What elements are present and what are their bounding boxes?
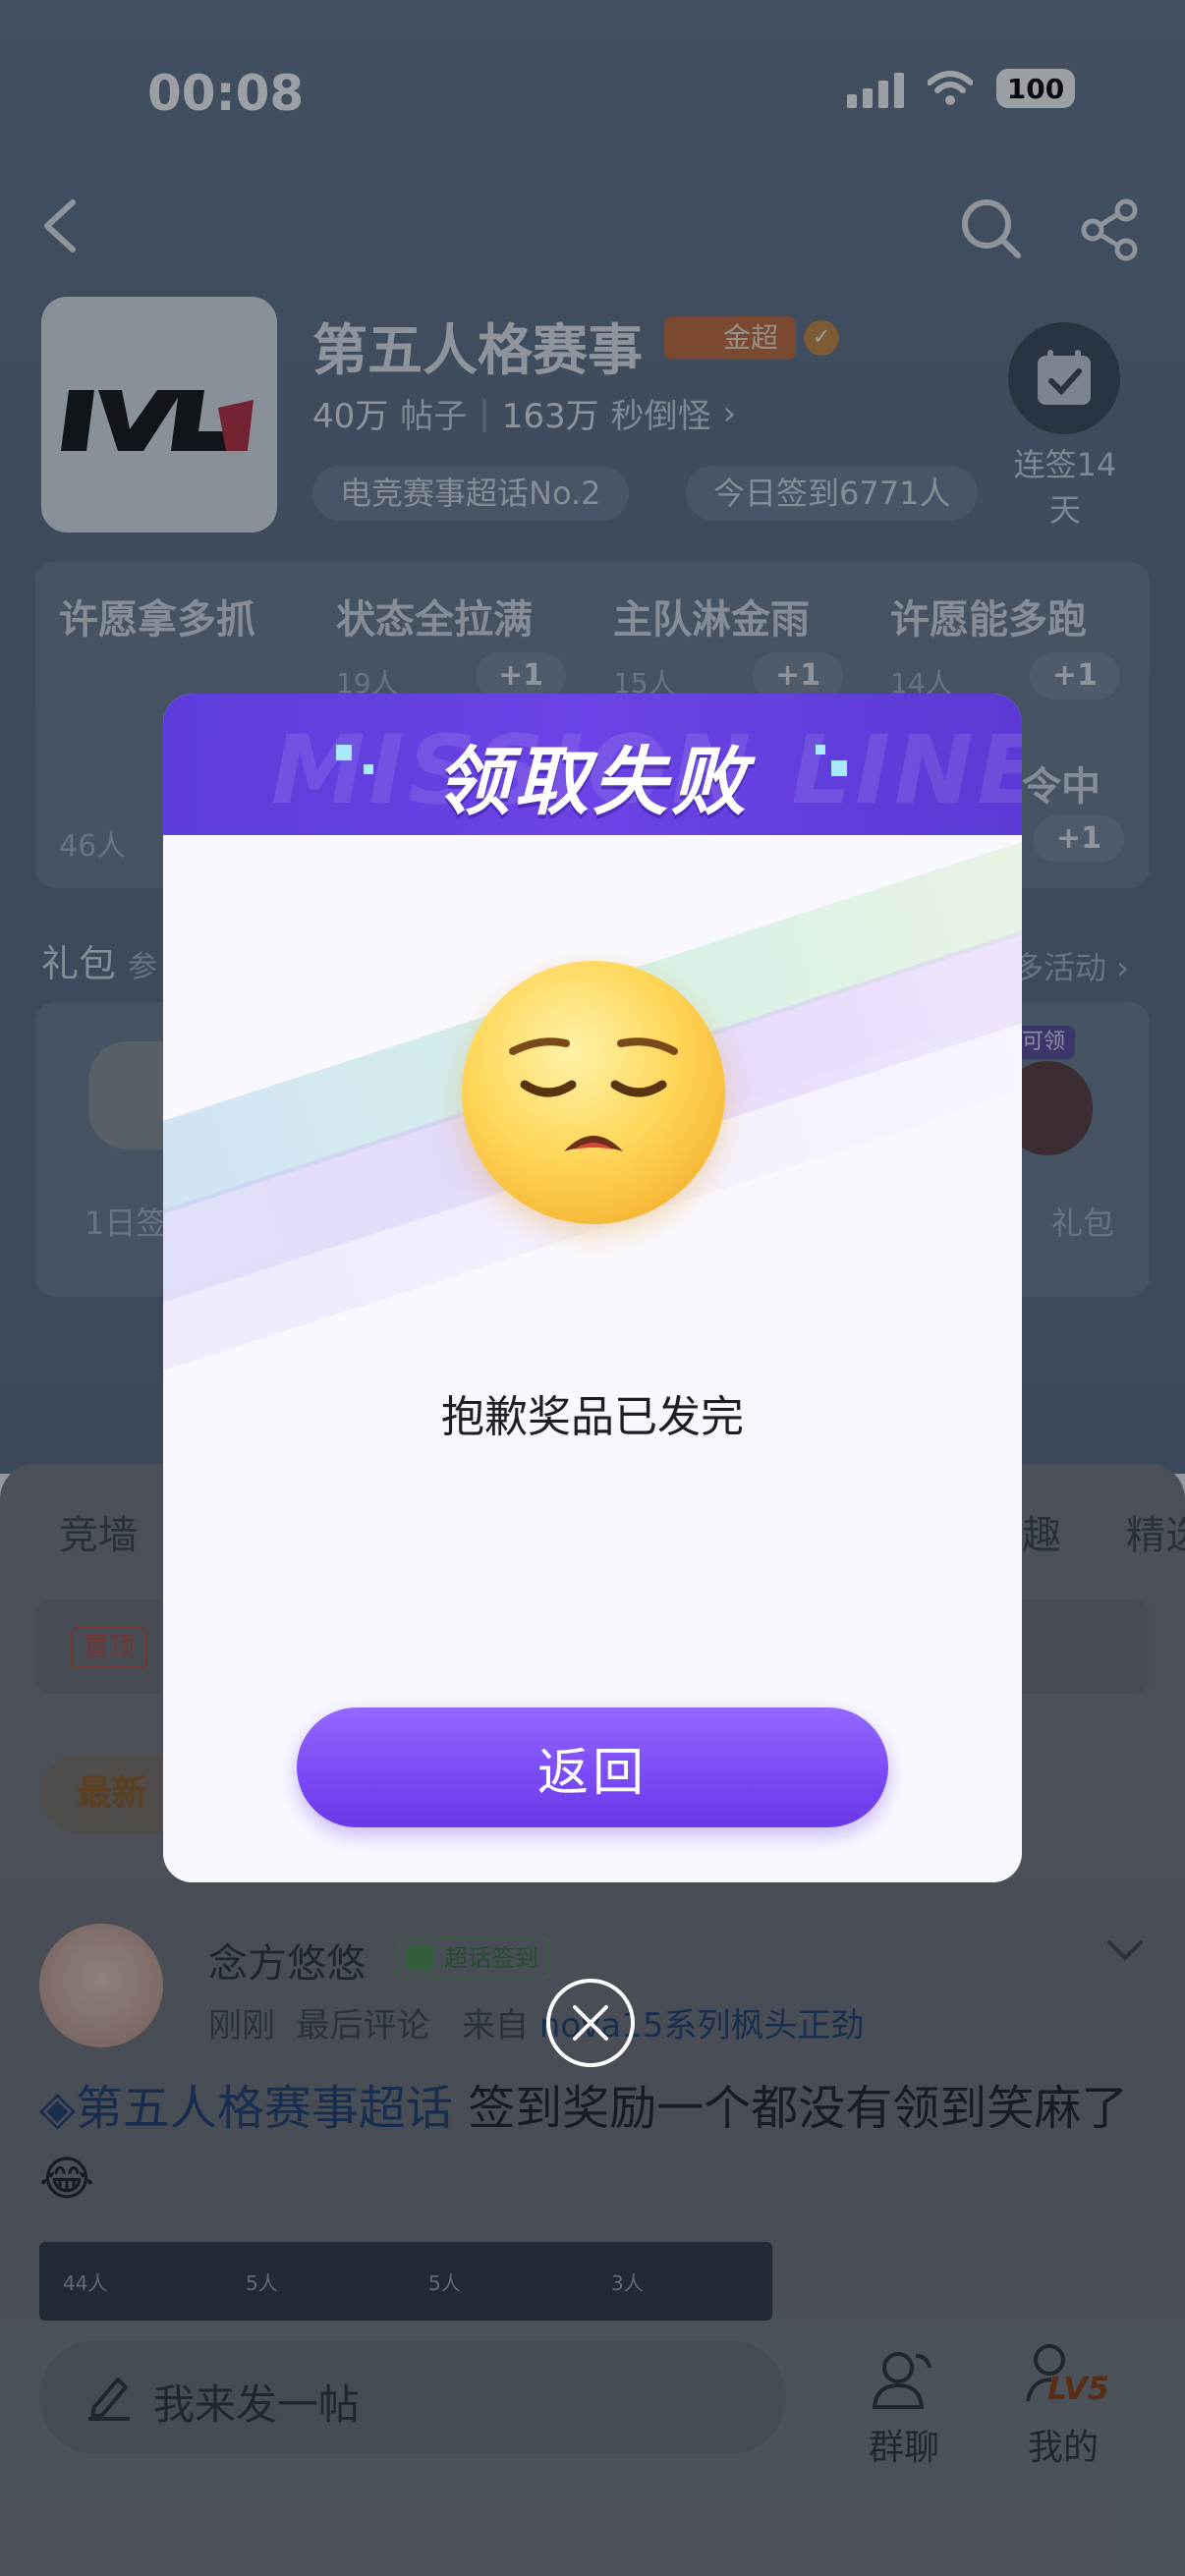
close-icon: [573, 2005, 608, 2041]
return-button[interactable]: 返回: [297, 1708, 888, 1827]
dialog-header: MISSION LINE 领取失败: [163, 694, 1022, 835]
close-dialog-button[interactable]: [546, 1979, 635, 2067]
dialog-message: 抱歉奖品已发完: [441, 1392, 744, 1442]
dialog-title: 领取失败: [435, 738, 750, 825]
claim-failed-dialog: MISSION LINE 领取失败 抱歉奖品已发完: [163, 694, 1022, 1882]
disappointed-face-icon: [462, 961, 725, 1224]
